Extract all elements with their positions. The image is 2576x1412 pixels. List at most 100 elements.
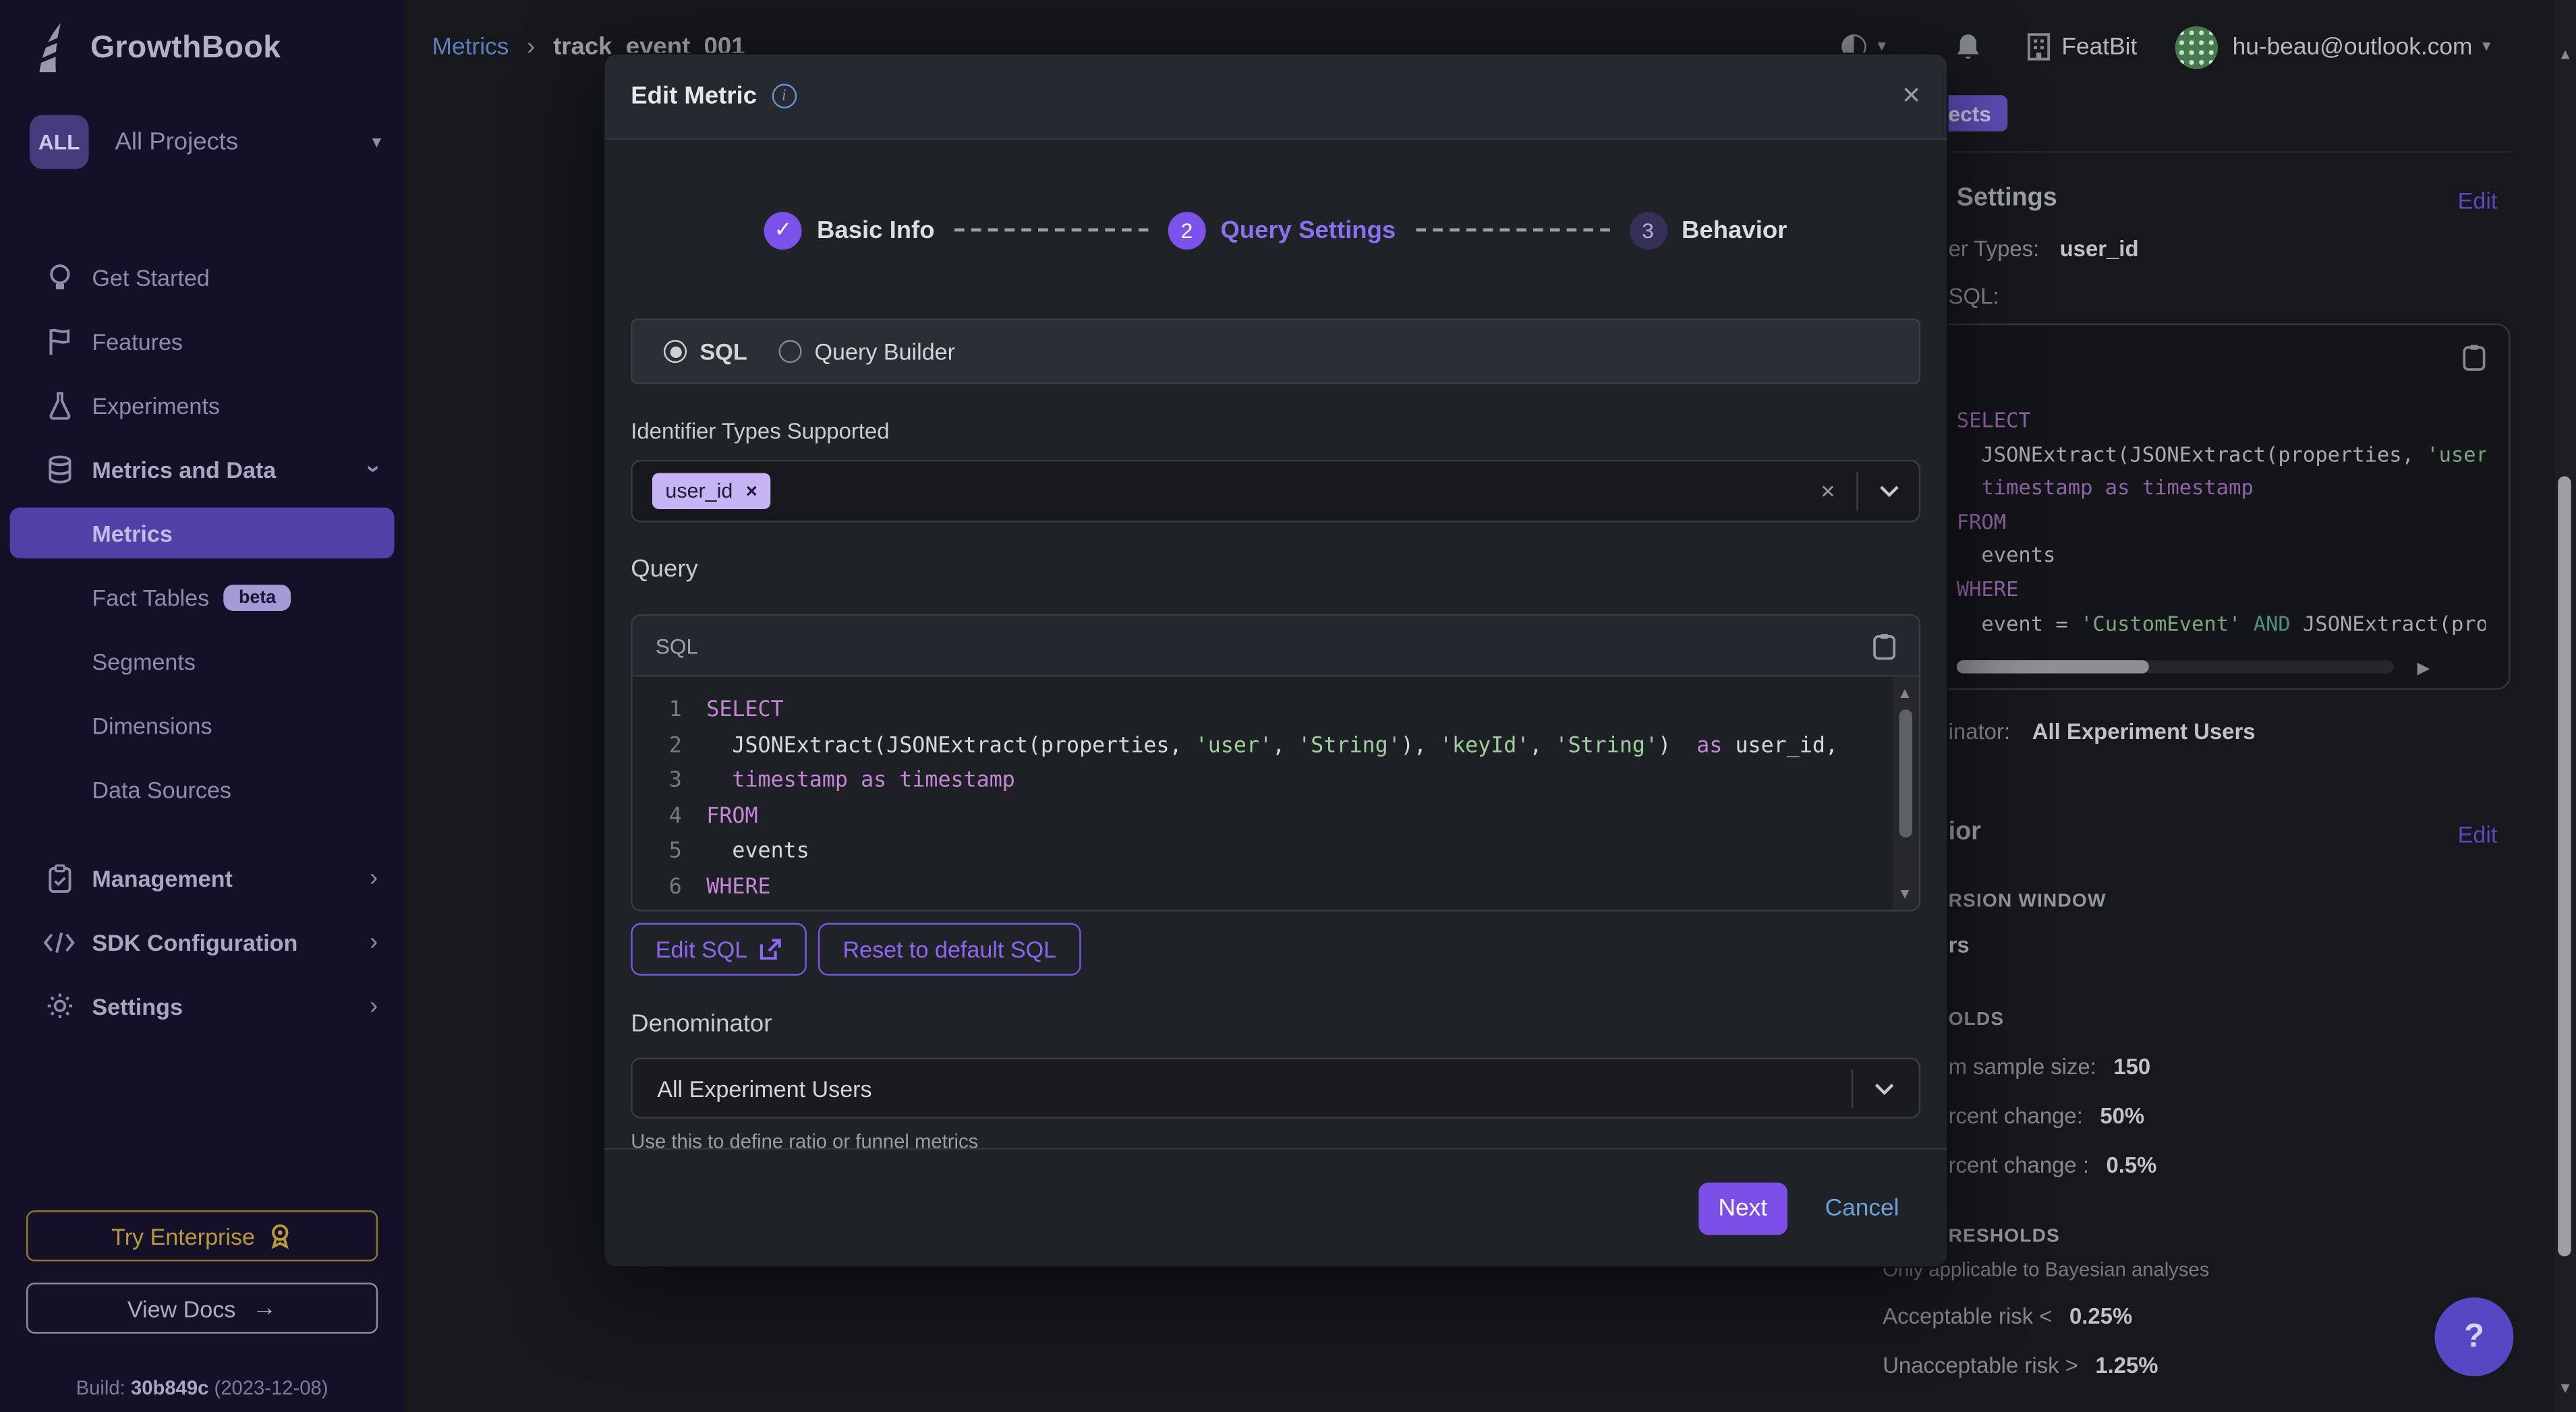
step-connector bbox=[954, 229, 1148, 232]
chevron-down-icon: › bbox=[360, 465, 387, 473]
next-button[interactable]: Next bbox=[1698, 1181, 1787, 1234]
chip-remove-icon[interactable]: × bbox=[746, 479, 757, 502]
modal-footer: Next Cancel bbox=[604, 1148, 1947, 1266]
sidebar-item-sdk-configuration[interactable]: SDK Configuration› bbox=[0, 910, 404, 974]
sidebar-item-dimensions[interactable]: Dimensions bbox=[0, 693, 404, 757]
page-scrollbar[interactable]: ▲ ▼ bbox=[2554, 0, 2576, 1412]
info-icon[interactable]: i bbox=[772, 84, 797, 109]
sidebar-item-metrics-and-data[interactable]: Metrics and Data› bbox=[0, 437, 404, 501]
sidebar-item-label: Experiments bbox=[92, 392, 220, 418]
build-label: Build: bbox=[76, 1376, 125, 1399]
scrollbar-thumb[interactable] bbox=[1899, 709, 1912, 837]
org-label: FeatBit bbox=[2061, 34, 2137, 60]
view-docs-button[interactable]: View Docs → bbox=[26, 1283, 378, 1334]
conversion-window-label: RSION WINDOW bbox=[1949, 892, 2107, 912]
growthbook-logo[interactable]: GrowthBook bbox=[0, 0, 404, 79]
metric-sql-label: SQL: bbox=[1949, 284, 1999, 309]
sidebar: GrowthBook ALL All Projects ▾ Get Starte… bbox=[0, 0, 404, 1412]
scroll-up-icon[interactable]: ▲ bbox=[1897, 685, 1912, 701]
sql-radio-label[interactable]: SQL bbox=[700, 339, 747, 365]
denominator-selected-value: All Experiment Users bbox=[657, 1075, 871, 1101]
logo-text: GrowthBook bbox=[90, 31, 281, 67]
risk-thresholds-label: RESHOLDS bbox=[1949, 1227, 2060, 1246]
reset-sql-button[interactable]: Reset to default SQL bbox=[818, 923, 1081, 976]
sidebar-item-label: Dimensions bbox=[92, 712, 212, 738]
scroll-down-icon[interactable]: ▼ bbox=[2558, 1380, 2573, 1396]
chevron-right-icon: › bbox=[370, 928, 378, 955]
sidebar-item-metrics[interactable]: Metrics bbox=[10, 508, 395, 559]
query-builder-radio[interactable] bbox=[778, 340, 801, 363]
edit-query-settings-link[interactable]: Edit bbox=[2458, 187, 2498, 214]
modal-header: Edit Metric i × bbox=[604, 54, 1947, 140]
acceptable-risk-label: Acceptable risk < bbox=[1883, 1304, 2052, 1329]
sidebar-item-experiments[interactable]: Experiments bbox=[0, 373, 404, 437]
user-caret-down-icon[interactable]: ▾ bbox=[2482, 38, 2490, 56]
sidebar-item-get-started[interactable]: Get Started bbox=[0, 245, 404, 309]
scroll-down-icon[interactable]: ▼ bbox=[1897, 885, 1912, 902]
edit-behavior-link[interactable]: Edit bbox=[2458, 821, 2498, 848]
line-number: 5 bbox=[633, 834, 682, 869]
edit-sql-button[interactable]: Edit SQL bbox=[631, 923, 807, 976]
copy-icon[interactable] bbox=[2463, 343, 2486, 371]
check-icon: ✓ bbox=[764, 211, 802, 249]
metric-sql-code-block: SELECT JSONExtract(JSONExtract(propertie… bbox=[1883, 324, 2510, 690]
scrollbar-thumb[interactable] bbox=[1957, 660, 2149, 673]
step-query-settings[interactable]: 2Query Settings bbox=[1168, 211, 1396, 249]
sidebar-item-data-sources[interactable]: Data Sources bbox=[0, 757, 404, 821]
edit-metric-modal: Edit Metric i × ✓ Basic Info 2Query Settin… bbox=[603, 53, 1949, 1268]
sql-code[interactable]: 1SELECT2 JSONExtract(JSONExtract(propert… bbox=[633, 676, 1893, 910]
sidebar-item-segments[interactable]: Segments bbox=[0, 629, 404, 693]
step-basic-info[interactable]: ✓ Basic Info bbox=[764, 211, 935, 249]
sidebar-item-fact-tables[interactable]: Fact Tablesbeta bbox=[0, 565, 404, 629]
sidebar-item-features[interactable]: Features bbox=[0, 309, 404, 373]
sql-radio[interactable] bbox=[664, 340, 687, 363]
code-vertical-scrollbar[interactable]: ▲ ▼ bbox=[1893, 676, 1919, 910]
identifier-types-value: user_id bbox=[2060, 237, 2139, 262]
sidebar-item-label: Fact Tables bbox=[92, 584, 209, 610]
project-selector[interactable]: ALL All Projects ▾ bbox=[30, 115, 381, 169]
avatar[interactable] bbox=[2175, 26, 2217, 68]
arrow-right-icon: → bbox=[252, 1294, 277, 1322]
page-scrollbar-thumb[interactable] bbox=[2558, 476, 2571, 1256]
scroll-right-icon[interactable]: ▶ bbox=[2417, 660, 2430, 678]
flag-icon bbox=[42, 326, 76, 355]
sql-editor-header: SQL bbox=[633, 616, 1919, 676]
sidebar-item-label: Features bbox=[92, 328, 183, 354]
close-icon[interactable]: × bbox=[1902, 80, 1920, 111]
denominator-value: All Experiment Users bbox=[2032, 719, 2256, 744]
step-number: 3 bbox=[1629, 211, 1667, 249]
sample-size-value: 150 bbox=[2113, 1055, 2150, 1080]
step-behavior[interactable]: 3Behavior bbox=[1629, 211, 1787, 249]
code-horizontal-scrollbar[interactable] bbox=[1957, 660, 2394, 673]
step-connector bbox=[1415, 229, 1609, 232]
breadcrumb-metrics-link[interactable]: Metrics bbox=[432, 34, 509, 60]
sidebar-item-management[interactable]: Management› bbox=[0, 846, 404, 910]
build-hash: 30b849c bbox=[131, 1376, 208, 1399]
sample-size-row: m sample size: 150 bbox=[1949, 1053, 2151, 1082]
sidebar-item-label: Segments bbox=[92, 648, 196, 674]
org-switcher[interactable]: FeatBit bbox=[2027, 33, 2137, 61]
user-email[interactable]: hu-beau@outlook.com bbox=[2233, 34, 2473, 60]
try-enterprise-button[interactable]: Try Enterprise bbox=[26, 1210, 378, 1262]
scroll-up-icon[interactable]: ▲ bbox=[2558, 46, 2573, 62]
sidebar-item-settings[interactable]: Settings› bbox=[0, 974, 404, 1038]
query-builder-radio-label[interactable]: Query Builder bbox=[815, 339, 955, 365]
chevron-down-icon[interactable] bbox=[1853, 1082, 1894, 1094]
chevron-down-icon[interactable] bbox=[1858, 484, 1899, 497]
behavior-heading: ior bbox=[1949, 818, 1981, 848]
code-line: timestamp as timestamp bbox=[1957, 471, 2486, 505]
step-label: Basic Info bbox=[817, 216, 935, 243]
cancel-button[interactable]: Cancel bbox=[1825, 1195, 1899, 1221]
app-root: GrowthBook ALL All Projects ▾ Get Starte… bbox=[0, 0, 2576, 1412]
modal-body: ✓Basic Info2Query Settings3Behavior SQL … bbox=[604, 189, 1947, 1153]
identifier-types-multiselect[interactable]: user_id × × bbox=[631, 460, 1920, 523]
clear-all-icon[interactable]: × bbox=[1821, 477, 1856, 505]
code-line: SELECT bbox=[1957, 404, 2486, 438]
notifications-bell-icon[interactable] bbox=[1955, 32, 1981, 61]
user-id-chip: user_id × bbox=[652, 473, 770, 509]
project-badge: ALL bbox=[30, 115, 89, 169]
denominator-dropdown[interactable]: All Experiment Users bbox=[631, 1058, 1920, 1119]
copy-icon[interactable] bbox=[1873, 631, 1896, 659]
max-change-value: 50% bbox=[2100, 1104, 2144, 1129]
help-button[interactable]: ? bbox=[2435, 1297, 2514, 1376]
